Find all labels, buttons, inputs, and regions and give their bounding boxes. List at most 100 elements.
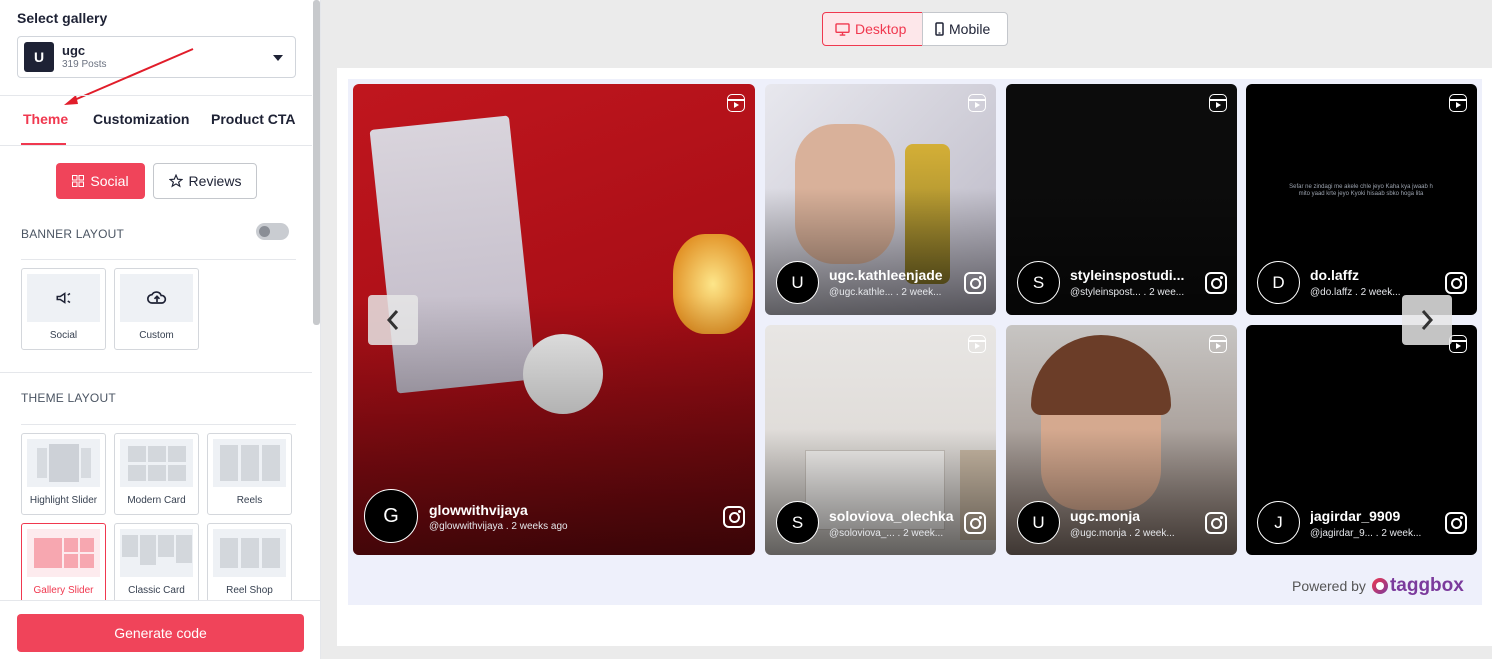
author-handle: @do.laffz <box>1310 287 1353 298</box>
reel-icon <box>1449 94 1467 112</box>
post-tile[interactable]: S soloviova_olechka @soloviova_... . 2 w… <box>765 325 996 555</box>
instagram-icon[interactable] <box>964 272 986 294</box>
author-name[interactable]: do.laffz <box>1310 267 1359 283</box>
post-tile[interactable]: U ugc.kathleenjade @ugc.kathle... . 2 we… <box>765 84 996 315</box>
post-meta: @ugc.monja . 2 week... <box>1070 528 1175 539</box>
post-tile[interactable]: S styleinspostudi... @styleinspost... . … <box>1006 84 1237 315</box>
post-meta: @jagirdar_9... . 2 week... <box>1310 528 1422 539</box>
star-icon <box>168 174 183 188</box>
cloud-upload-icon <box>146 291 166 304</box>
post-time: 2 week... <box>1134 528 1175 539</box>
reel-icon <box>1209 94 1227 112</box>
theme-card-label: Highlight Slider <box>29 495 98 506</box>
taggbox-logo: taggbox <box>1371 575 1464 597</box>
post-tile[interactable]: J jagirdar_9909 @jagirdar_9... . 2 week.… <box>1246 325 1477 555</box>
post-overlay-text: Sefar ne zindagi me akele chle jeyo Kaha… <box>1289 184 1433 197</box>
banner-card-label: Social <box>49 330 78 341</box>
social-button[interactable]: Social <box>56 163 145 199</box>
instagram-icon[interactable] <box>1205 272 1227 294</box>
author-name[interactable]: glowwithvijaya <box>429 502 528 518</box>
author-avatar: U <box>776 261 819 304</box>
author-avatar: S <box>1017 261 1060 304</box>
post-meta: @glowwithvijaya . 2 weeks ago <box>429 521 568 532</box>
reel-icon <box>1209 335 1227 353</box>
sidebar-scrollbar[interactable] <box>313 0 320 325</box>
instagram-icon[interactable] <box>723 506 745 528</box>
next-slide-button[interactable] <box>1402 295 1452 345</box>
author-handle: @soloviova_... <box>829 528 895 539</box>
reel-icon <box>968 335 986 353</box>
theme-card-label: Classic Card <box>128 585 185 596</box>
powered-by[interactable]: Powered by taggbox <box>1292 575 1464 597</box>
reel-icon <box>727 94 745 112</box>
brand-name: taggbox <box>1389 575 1464 596</box>
reviews-button-label: Reviews <box>188 173 242 189</box>
post-meta: @styleinspost... . 2 wee... <box>1070 287 1185 298</box>
mobile-view-button[interactable]: Mobile <box>922 12 1008 46</box>
post-tile[interactable]: U ugc.monja @ugc.monja . 2 week... <box>1006 325 1237 555</box>
instagram-icon[interactable] <box>1445 272 1467 294</box>
chevron-left-icon <box>386 310 399 330</box>
post-time: 2 week... <box>903 528 944 539</box>
banner-layout-label: BANNER LAYOUT <box>21 227 125 241</box>
megaphone-icon <box>56 292 70 304</box>
social-button-label: Social <box>90 173 129 189</box>
generate-code-button[interactable]: Generate code <box>17 614 304 652</box>
instagram-icon[interactable] <box>1205 512 1227 534</box>
theme-card-reel-shop[interactable]: Reel Shop <box>207 523 292 605</box>
theme-card-modern-card[interactable]: Modern Card <box>114 433 199 515</box>
author-name[interactable]: jagirdar_9909 <box>1310 508 1400 524</box>
theme-card-gallery-slider[interactable]: Gallery Slider <box>21 523 106 605</box>
mobile-label: Mobile <box>949 21 991 37</box>
divider <box>21 424 296 425</box>
tab-customization[interactable]: Customization <box>93 111 189 127</box>
post-time: 2 week... <box>901 287 942 298</box>
post-tile[interactable]: Sefar ne zindagi me akele chle jeyo Kaha… <box>1246 84 1477 315</box>
author-name[interactable]: styleinspostudi... <box>1070 267 1184 283</box>
phone-icon <box>935 22 944 36</box>
reel-icon <box>968 94 986 112</box>
post-time: 2 week... <box>1381 528 1422 539</box>
author-avatar: D <box>1257 261 1300 304</box>
grid-icon <box>72 175 85 187</box>
divider <box>0 145 312 146</box>
theme-card-label: Reel Shop <box>226 585 273 596</box>
theme-card-classic-card[interactable]: Classic Card <box>114 523 199 605</box>
author-avatar: U <box>1017 501 1060 544</box>
divider <box>0 95 312 96</box>
banner-card-custom[interactable]: Custom <box>114 268 199 350</box>
taggbox-logo-icon <box>1371 578 1388 594</box>
author-handle: @ugc.monja <box>1070 528 1127 539</box>
theme-card-reels[interactable]: Reels <box>207 433 292 515</box>
instagram-icon[interactable] <box>1445 512 1467 534</box>
author-name[interactable]: soloviova_olechka <box>829 508 954 524</box>
instagram-icon[interactable] <box>964 512 986 534</box>
post-time: 2 week... <box>1360 287 1401 298</box>
theme-card-label: Modern Card <box>127 495 186 506</box>
author-name[interactable]: ugc.kathleenjade <box>829 267 943 283</box>
author-handle: @jagirdar_9... <box>1310 528 1373 539</box>
divider <box>21 259 296 260</box>
chevron-right-icon <box>1421 310 1434 330</box>
post-meta: @do.laffz . 2 week... <box>1310 287 1401 298</box>
banner-layout-toggle[interactable] <box>256 223 289 240</box>
powered-by-label: Powered by <box>1292 578 1366 594</box>
author-avatar: S <box>776 501 819 544</box>
post-meta: @soloviova_... . 2 week... <box>829 528 944 539</box>
divider <box>0 372 312 373</box>
red-arrow-annotation <box>64 48 194 105</box>
theme-layout-label: THEME LAYOUT <box>21 391 116 405</box>
post-image <box>1031 335 1171 415</box>
tab-theme[interactable]: Theme <box>23 111 68 127</box>
author-handle: @ugc.kathle... <box>829 287 894 298</box>
author-handle: @styleinspost... <box>1070 287 1141 298</box>
reviews-button[interactable]: Reviews <box>153 163 257 199</box>
tab-product-cta[interactable]: Product CTA <box>211 111 296 127</box>
author-name[interactable]: ugc.monja <box>1070 508 1140 524</box>
prev-slide-button[interactable] <box>368 295 418 345</box>
desktop-view-button[interactable]: Desktop <box>822 12 923 46</box>
sidebar: Select gallery U ugc 319 Posts Theme Cus… <box>0 0 321 659</box>
banner-card-social[interactable]: Social <box>21 268 106 350</box>
theme-card-highlight-slider[interactable]: Highlight Slider <box>21 433 106 515</box>
theme-card-label: Gallery Slider <box>33 585 94 596</box>
